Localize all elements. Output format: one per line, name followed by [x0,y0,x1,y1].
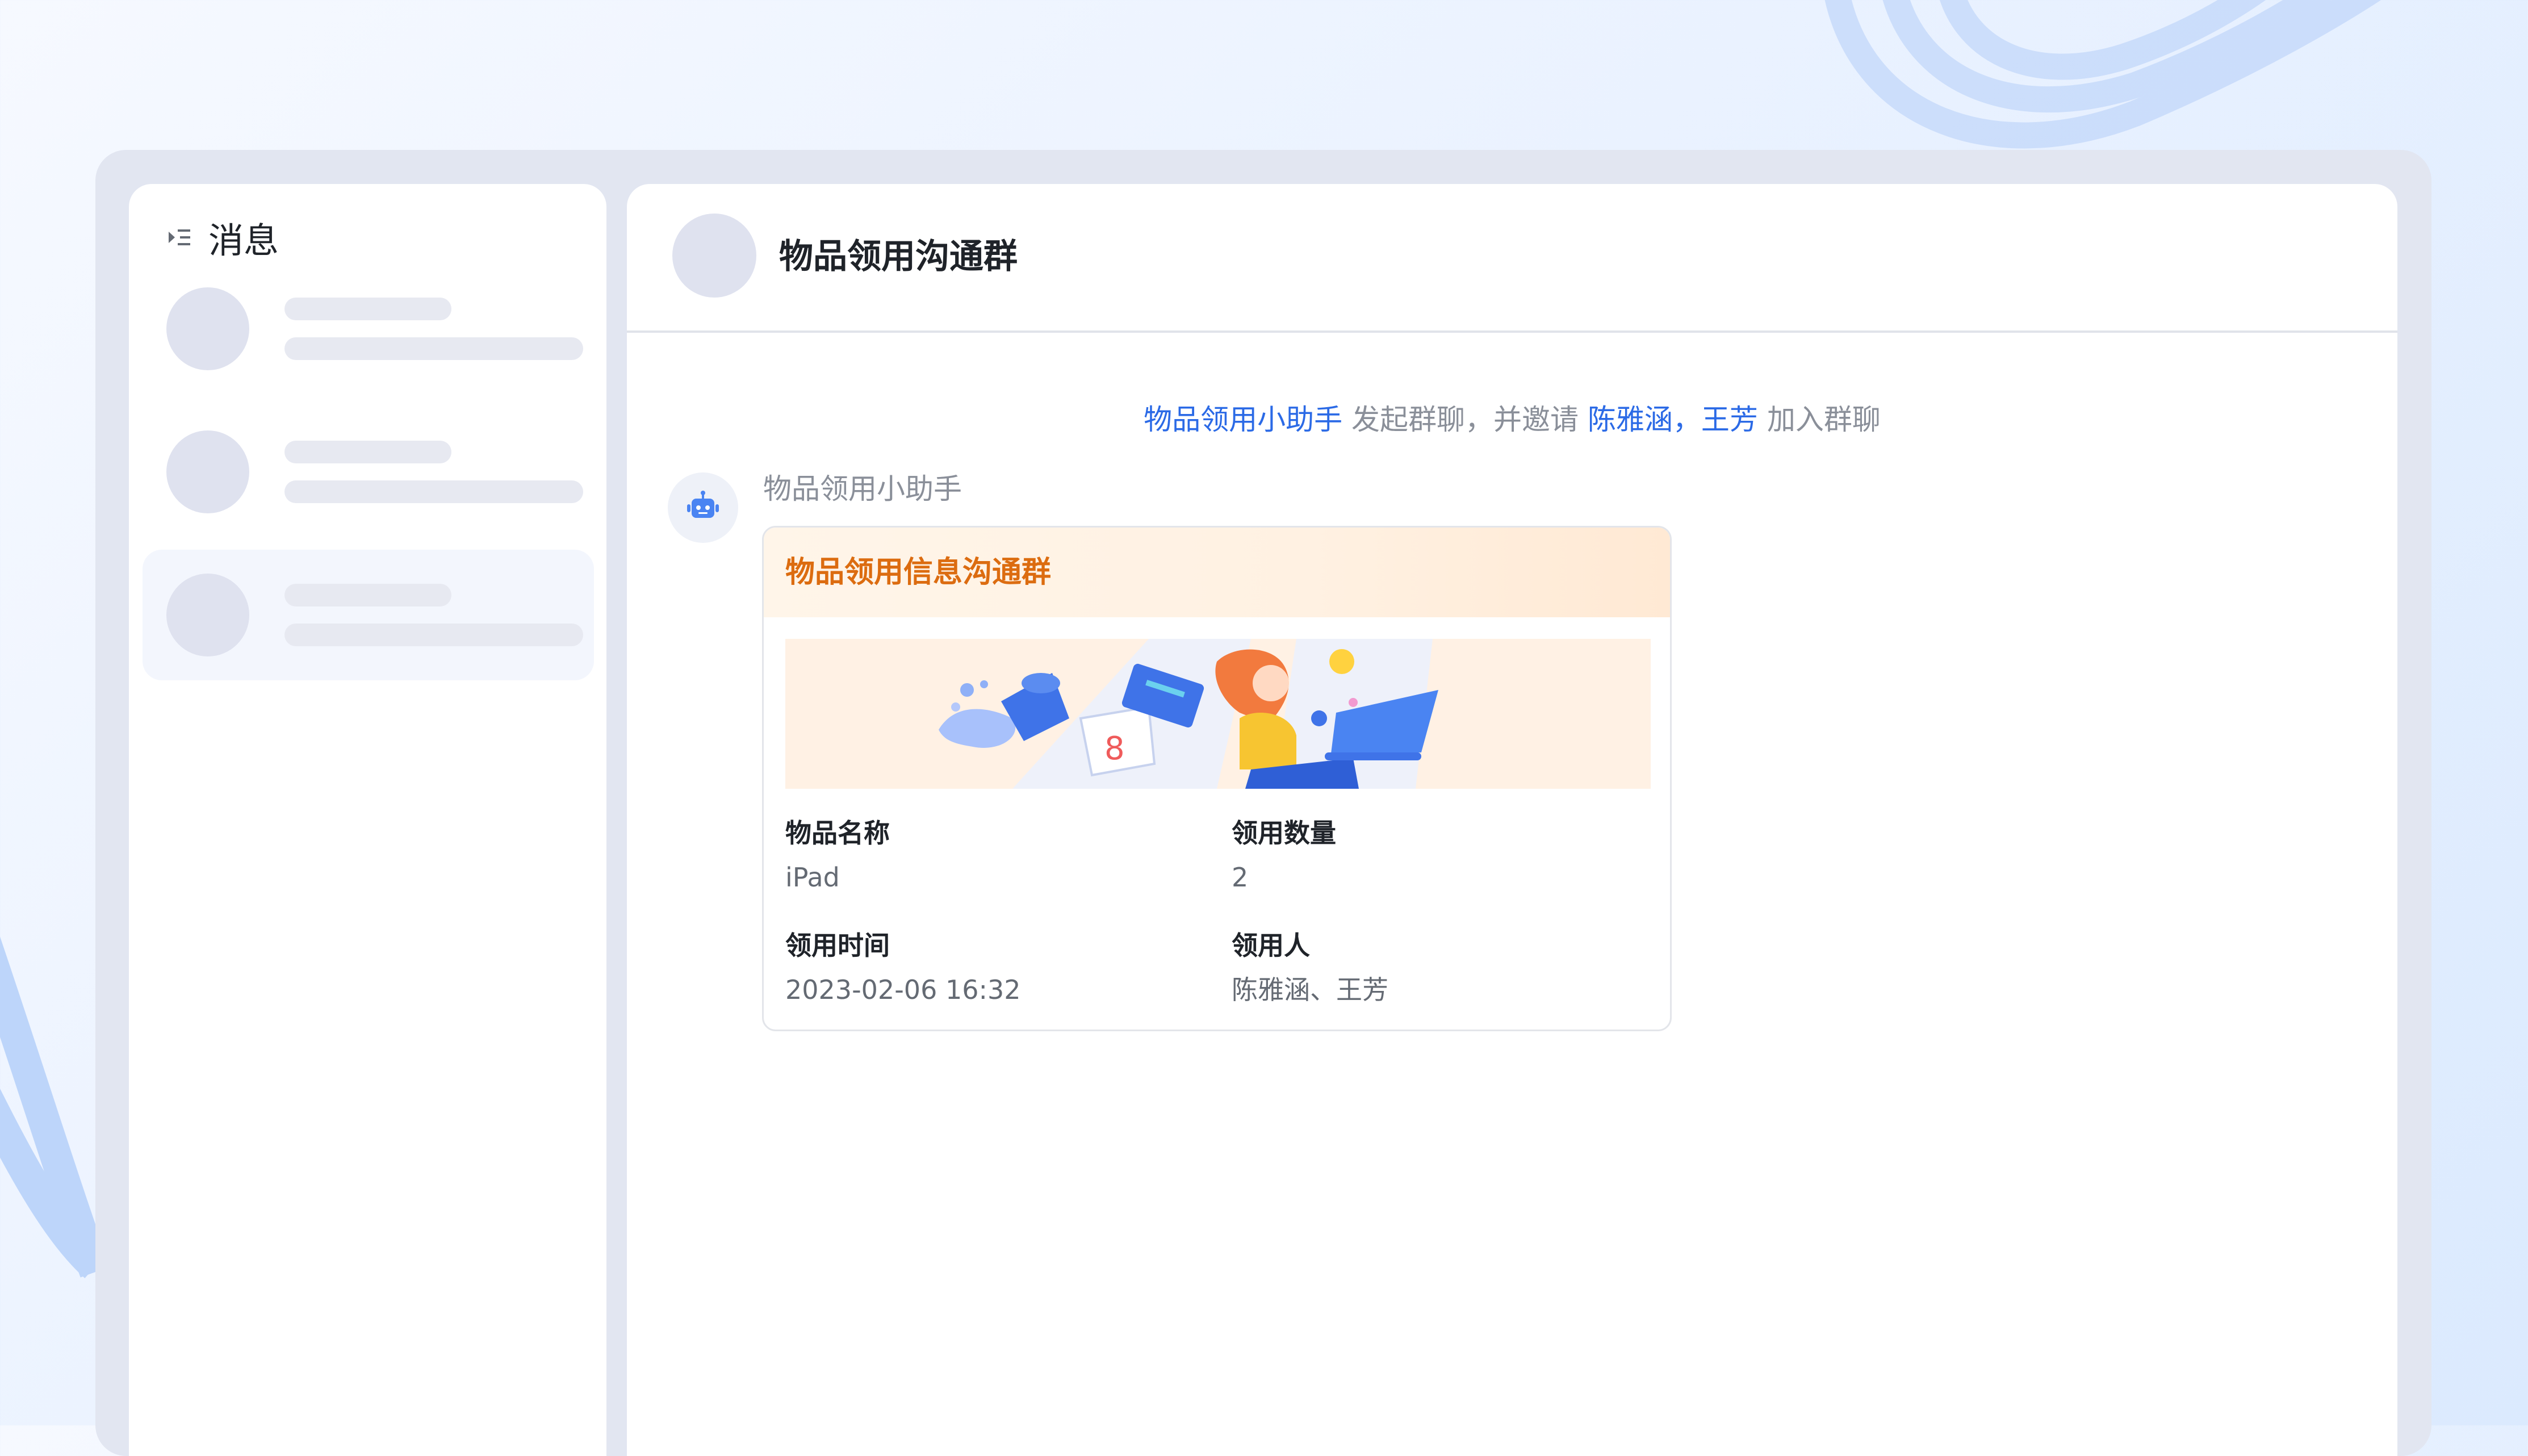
field-value: 陈雅涵、王芳 [1232,974,1388,1005]
name-placeholder [284,584,451,606]
message-card[interactable]: 物品领用信息沟通群 8 物品名称 iPad 领用数量 2 领用时间 2023-0… [762,526,1672,1031]
chat-header: 物品领用沟通群 [627,184,2397,333]
system-message: 物品领用小助手 发起群聊，并邀请 陈雅涵，王芳 加入群聊 [627,400,2397,440]
avatar-placeholder [166,430,249,513]
chat-title: 物品领用沟通群 [779,237,1018,277]
avatar-placeholder [166,287,249,370]
field-time: 领用时间 2023-02-06 16:32 [785,927,1021,1008]
sender-name: 物品领用小助手 [763,472,962,505]
name-placeholder [284,441,451,463]
field-item-name: 物品名称 iPad [785,815,890,896]
avatar-placeholder [166,574,249,656]
field-label: 领用时间 [785,930,890,961]
preview-placeholder [284,337,583,360]
field-label: 领用人 [1232,930,1310,961]
card-title: 物品领用信息沟通群 [785,555,1052,589]
initiator-link[interactable]: 物品领用小助手 [1144,403,1342,436]
card-header: 物品领用信息沟通群 [764,528,1670,617]
preview-placeholder [284,624,583,646]
group-avatar[interactable] [672,214,756,298]
chat-panel: 物品领用沟通群 物品领用小助手 发起群聊，并邀请 陈雅涵，王芳 加入群聊 物品领… [627,184,2397,1456]
field-label: 物品名称 [785,818,890,848]
conversation-item-placeholder[interactable] [143,263,594,394]
sidebar-title: 消息 [208,220,279,261]
conversation-item-placeholder[interactable] [143,407,594,537]
system-message-suffix: 加入群聊 [1757,403,1881,436]
card-banner-illustration: 8 [785,639,1651,789]
robot-icon [687,491,719,518]
preview-placeholder [284,480,583,503]
field-value: 2023-02-06 16:32 [785,974,1021,1005]
sidebar: 消息 [129,184,606,1456]
invitees-link[interactable]: 陈雅涵，王芳 [1588,403,1758,436]
sidebar-header: 消息 [165,215,279,261]
field-label: 领用数量 [1232,818,1336,848]
field-value: 2 [1232,862,1249,893]
field-value: iPad [785,862,840,893]
list-indent-icon[interactable] [165,224,192,251]
field-quantity: 领用数量 2 [1232,815,1336,896]
conversation-item-active-placeholder[interactable] [143,550,594,680]
bot-avatar[interactable] [668,472,738,543]
name-placeholder [284,298,451,320]
svg-text:8: 8 [1104,730,1125,767]
system-message-action: 发起群聊，并邀请 [1342,403,1588,436]
field-recipient: 领用人 陈雅涵、王芳 [1232,927,1388,1008]
